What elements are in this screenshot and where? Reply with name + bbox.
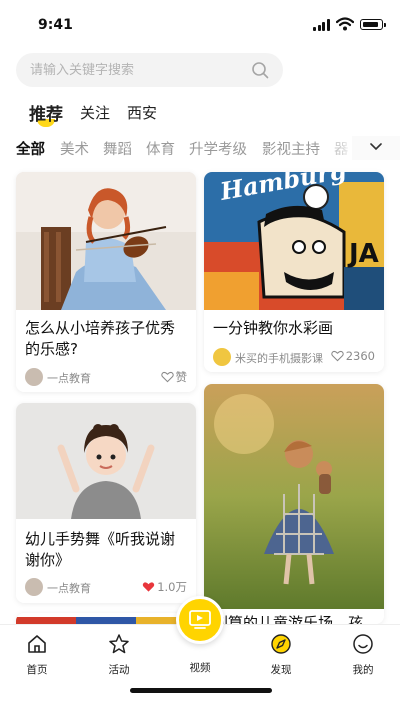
feed-card[interactable]: 划算的儿童游乐场，孩 xyxy=(204,384,384,624)
tv-icon xyxy=(189,610,211,629)
heart-icon xyxy=(160,371,174,383)
avatar xyxy=(213,348,231,366)
heart-filled-icon xyxy=(142,582,155,592)
card-meta: 米买的手机摄影课 2360 xyxy=(213,348,375,366)
category-bar: 全部 美术 舞蹈 体育 升学考级 影视主持 器 xyxy=(0,136,400,160)
like-count: 1.0万 xyxy=(157,580,187,594)
card-thumbnail xyxy=(16,172,196,310)
home-indicator xyxy=(130,688,272,693)
card-title: 怎么从小培养孩子优秀的乐感? xyxy=(25,319,176,358)
card-thumbnail xyxy=(16,617,196,624)
signal-icon xyxy=(313,19,331,31)
card-thumbnail xyxy=(16,403,196,519)
heart-icon xyxy=(330,350,344,362)
feed-card[interactable]: 怎么从小培养孩子优秀的乐感? 一点教育 赞 xyxy=(16,172,196,392)
tab-label: 发现 xyxy=(270,664,292,676)
like-button[interactable]: 赞 xyxy=(160,369,188,385)
category-exam[interactable]: 升学考级 xyxy=(189,138,247,159)
feed-card[interactable]: Hamburg JA 一分钟教你水彩画 米买的手机摄影课 2360 xyxy=(204,172,384,372)
tab-activity[interactable]: 活动 xyxy=(94,633,144,677)
like-count: 2360 xyxy=(345,349,375,363)
author-name[interactable]: 一点教育 xyxy=(47,370,91,386)
category-dance[interactable]: 舞蹈 xyxy=(103,138,132,159)
search-icon[interactable] xyxy=(251,61,269,79)
wifi-icon xyxy=(336,17,354,31)
chevron-down-icon xyxy=(370,143,382,151)
card-meta: 一点教育 1.0万 xyxy=(25,578,187,596)
avatar xyxy=(25,368,43,386)
like-count: 赞 xyxy=(175,370,188,384)
tab-follow[interactable]: 关注 xyxy=(80,102,110,123)
feed-card[interactable]: 幼儿手势舞《听我说谢谢你》 一点教育 1.0万 xyxy=(16,403,196,603)
tab-home[interactable]: 首页 xyxy=(12,633,62,677)
search-input[interactable] xyxy=(30,53,250,87)
category-all[interactable]: 全部 xyxy=(16,138,45,159)
home-icon xyxy=(28,635,46,653)
tab-recommend[interactable]: 推荐 xyxy=(29,100,63,125)
search-bar[interactable] xyxy=(16,53,283,87)
category-hosting[interactable]: 影视主持 xyxy=(262,138,320,159)
video-button[interactable] xyxy=(176,596,224,644)
card-title: 一分钟教你水彩画 xyxy=(213,319,334,337)
card-title: 划算的儿童游乐场，孩 xyxy=(213,614,364,624)
svg-text:JA: JA xyxy=(347,239,379,269)
tab-label: 我的 xyxy=(352,664,374,676)
tab-mine[interactable]: 我的 xyxy=(338,633,388,677)
author-name[interactable]: 一点教育 xyxy=(47,580,91,596)
star-icon xyxy=(109,634,129,654)
battery-icon xyxy=(360,19,386,30)
category-instrument[interactable]: 器 xyxy=(334,138,349,159)
tab-label: 首页 xyxy=(26,664,48,676)
feed-card[interactable] xyxy=(16,613,196,624)
category-art[interactable]: 美术 xyxy=(60,138,89,159)
smile-icon xyxy=(353,634,373,654)
tab-label: 活动 xyxy=(108,664,130,676)
compass-icon xyxy=(271,634,291,654)
category-expand-button[interactable] xyxy=(352,136,400,160)
like-button[interactable]: 2360 xyxy=(330,349,375,363)
card-thumbnail xyxy=(204,384,384,609)
status-time: 9:41 xyxy=(38,17,73,33)
card-thumbnail: Hamburg JA xyxy=(204,172,384,310)
tab-discover[interactable]: 发现 xyxy=(256,633,306,677)
avatar xyxy=(25,578,43,596)
category-sports[interactable]: 体育 xyxy=(146,138,175,159)
status-bar: 9:41 xyxy=(0,0,400,50)
card-meta: 一点教育 赞 xyxy=(25,368,187,386)
like-button[interactable]: 1.0万 xyxy=(142,579,187,595)
author-name[interactable]: 米买的手机摄影课 xyxy=(235,350,323,366)
tab-video-label[interactable]: 视频 xyxy=(180,660,220,675)
tab-xian[interactable]: 西安 xyxy=(127,102,157,123)
card-title: 幼儿手势舞《听我说谢谢你》 xyxy=(25,530,176,569)
